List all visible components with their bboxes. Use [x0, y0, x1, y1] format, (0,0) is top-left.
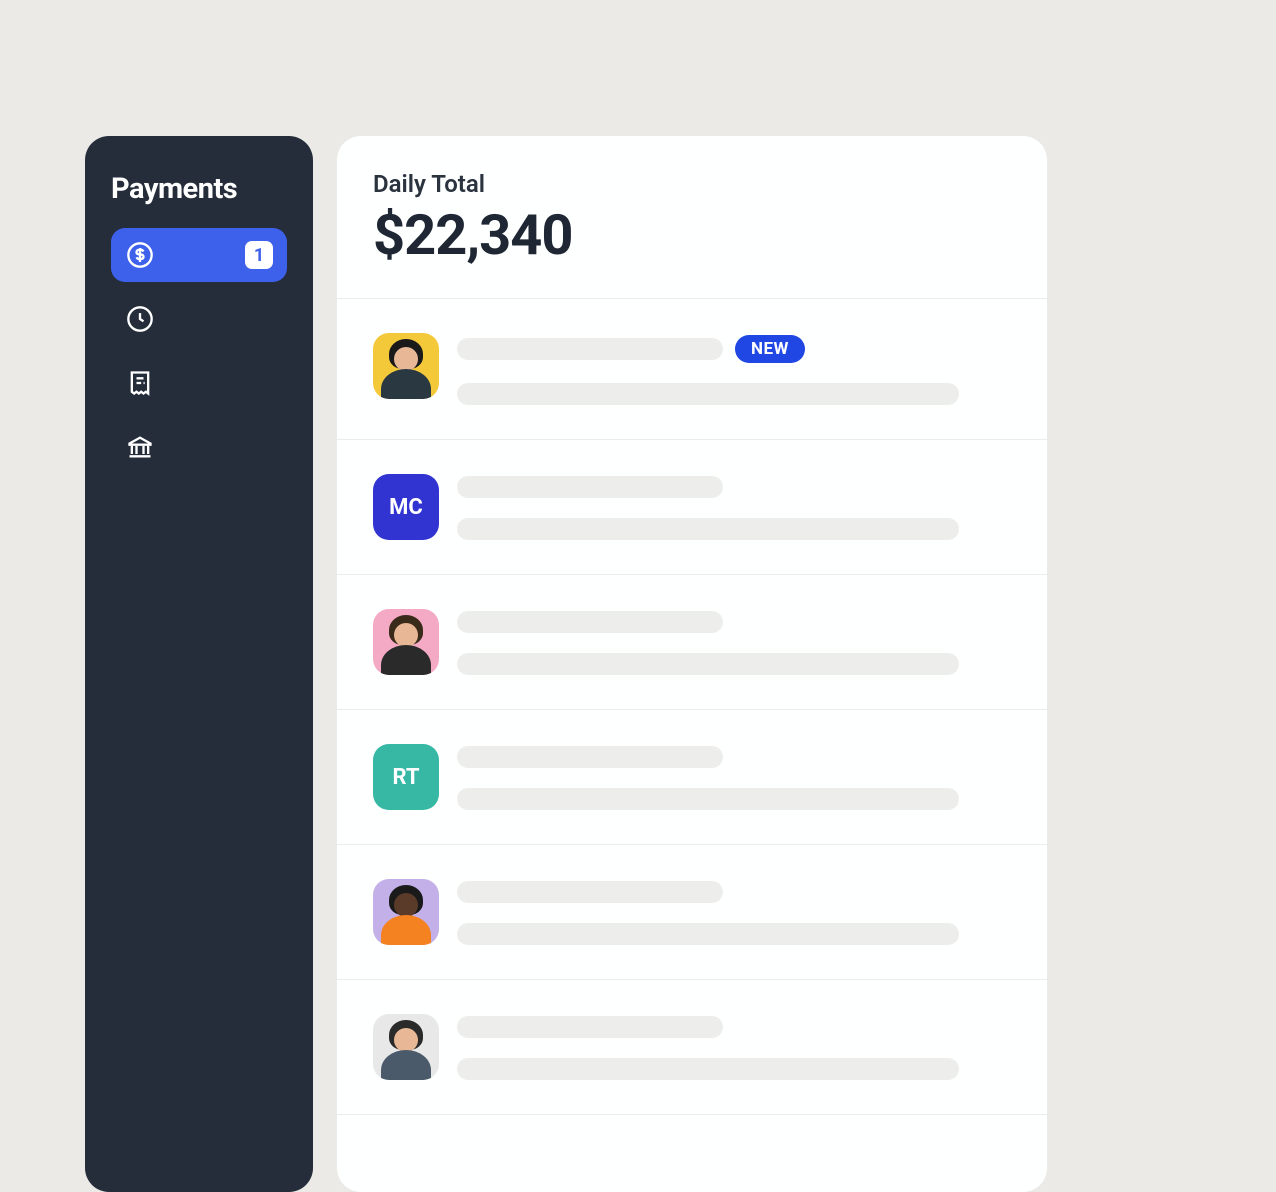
nav-item-payments[interactable]: 1 — [111, 228, 287, 282]
list-item[interactable] — [337, 980, 1047, 1115]
list-item[interactable] — [337, 575, 1047, 710]
list-item-content — [457, 744, 1011, 810]
new-badge: NEW — [735, 335, 805, 363]
avatar — [373, 1014, 439, 1080]
header: Daily Total $22,340 — [337, 136, 1047, 299]
skeleton-line — [457, 518, 959, 540]
nav-item-bank[interactable] — [111, 420, 287, 474]
list-item-content — [457, 1014, 1011, 1080]
nav-badge: 1 — [245, 241, 273, 269]
skeleton-line — [457, 881, 723, 903]
avatar: MC — [373, 474, 439, 540]
skeleton-line — [457, 746, 723, 768]
bank-icon — [125, 432, 155, 462]
list-item-content — [457, 879, 1011, 945]
clock-icon — [125, 304, 155, 334]
list-item[interactable]: RT — [337, 710, 1047, 845]
list-item[interactable]: MC — [337, 440, 1047, 575]
list-item[interactable]: NEW — [337, 299, 1047, 440]
dollar-circle-icon — [125, 240, 155, 270]
skeleton-line — [457, 653, 959, 675]
transaction-list: NEW MC RT — [337, 299, 1047, 1115]
skeleton-line — [457, 338, 723, 360]
list-item-content — [457, 474, 1011, 540]
daily-total-label: Daily Total — [373, 170, 1011, 198]
nav-item-history[interactable] — [111, 292, 287, 346]
skeleton-line — [457, 923, 959, 945]
sidebar: Payments 1 — [85, 136, 313, 1192]
skeleton-line — [457, 611, 723, 633]
skeleton-line — [457, 476, 723, 498]
skeleton-line — [457, 383, 959, 405]
nav-item-receipts[interactable] — [111, 356, 287, 410]
main-panel: Daily Total $22,340 NEW MC RT — [337, 136, 1047, 1192]
avatar — [373, 879, 439, 945]
list-item-content: NEW — [457, 333, 1011, 405]
sidebar-title: Payments — [111, 172, 287, 206]
avatar — [373, 609, 439, 675]
list-item[interactable] — [337, 845, 1047, 980]
list-item-content — [457, 609, 1011, 675]
daily-total-value: $22,340 — [373, 202, 1011, 268]
avatar — [373, 333, 439, 399]
skeleton-line — [457, 1016, 723, 1038]
skeleton-line — [457, 1058, 959, 1080]
receipt-icon — [125, 368, 155, 398]
avatar: RT — [373, 744, 439, 810]
skeleton-line — [457, 788, 959, 810]
